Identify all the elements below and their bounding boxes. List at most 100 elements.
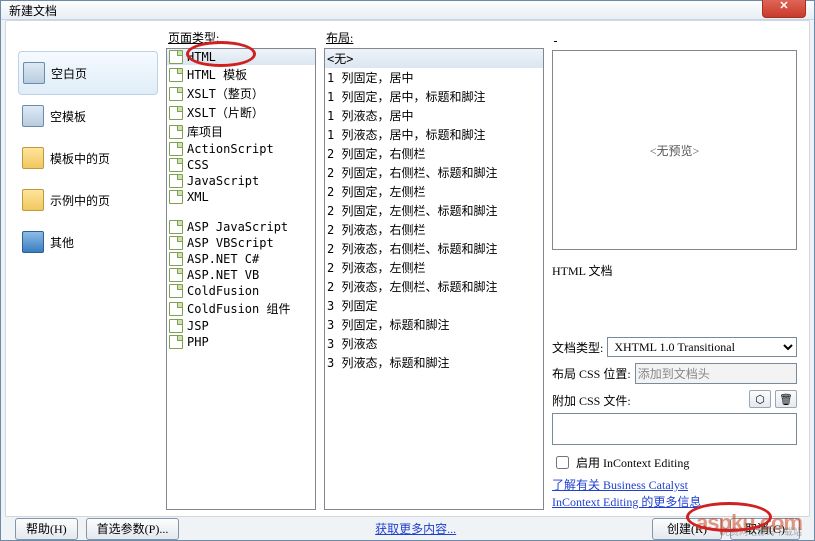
layout-item-label: <无> <box>327 50 353 67</box>
layout-item-label: 1 列固定，居中 <box>327 69 413 86</box>
layout-item-label: 2 列固定，左侧栏 <box>327 183 425 200</box>
page-type-item[interactable]: CSS <box>167 157 315 173</box>
page-type-item[interactable]: XML <box>167 189 315 205</box>
layout-item[interactable]: 2 列固定，左侧栏 <box>325 182 543 201</box>
page-type-item-label: CSS <box>187 158 209 172</box>
page-type-item[interactable]: XSLT（片断） <box>167 103 315 122</box>
page-type-item[interactable]: JSP <box>167 318 315 334</box>
sidebar-item-template-page[interactable]: 模板中的页 <box>18 137 158 179</box>
layout-item-label: 3 列液态 <box>327 335 377 352</box>
file-icon <box>169 158 183 172</box>
layout-item-label: 1 列液态，居中 <box>327 107 413 124</box>
page-type-item[interactable]: ColdFusion 组件 <box>167 299 315 318</box>
layout-list[interactable]: <无> 1 列固定，居中1 列固定，居中，标题和脚注1 列液态，居中 1 列液态，居… <box>324 48 544 510</box>
close-button[interactable]: ✕ <box>762 0 806 18</box>
preferences-button[interactable]: 首选参数(P)... <box>86 518 180 540</box>
layout-item[interactable]: 1 列液态，居中，标题和脚注 <box>325 125 543 144</box>
layout-item[interactable]: 2 列固定，右侧栏 <box>325 144 543 163</box>
layout-item[interactable]: 3 列固定 <box>325 296 543 315</box>
css-position-row: 布局 CSS 位置: 添加到文档头 <box>552 363 797 384</box>
layout-header: 布局: <box>324 27 544 48</box>
file-icon <box>169 87 183 101</box>
sidebar-item-blank-template[interactable]: 空模板 <box>18 95 158 137</box>
attached-css-list[interactable] <box>552 413 797 445</box>
sidebar-item-label: 空模板 <box>50 108 86 125</box>
layout-item-label: 3 列液态，标题和脚注 <box>327 354 449 371</box>
file-icon <box>169 174 183 188</box>
sidebar-item-label: 模板中的页 <box>50 150 110 167</box>
doctype-select[interactable]: XHTML 1.0 Transitional <box>607 337 797 357</box>
page-type-item[interactable]: ASP VBScript <box>167 235 315 251</box>
layout-item[interactable]: 3 列液态 <box>325 334 543 353</box>
layout-item-label: 3 列固定，标题和脚注 <box>327 316 449 333</box>
page-type-item-label: HTML 模板 <box>187 66 247 83</box>
page-type-list[interactable]: HTMLHTML 模板 XSLT（整页）XSLT（片断）库项目ActionScri… <box>166 48 316 510</box>
page-type-item[interactable]: JavaScript <box>167 173 315 189</box>
file-icon <box>169 125 183 139</box>
sidebar-item-label: 其他 <box>50 234 74 251</box>
layout-item[interactable]: 1 列液态，居中 <box>325 106 543 125</box>
layout-item-label: 2 列液态，左侧栏 <box>327 259 425 276</box>
page-type-item[interactable]: HTML 模板 <box>167 65 315 84</box>
cancel-button[interactable]: 取消(C) <box>730 518 800 540</box>
page-type-item-label: XML <box>187 190 209 204</box>
window-title: 新建文档 <box>9 2 57 19</box>
template-folder-icon <box>22 147 44 169</box>
create-button[interactable]: 创建(R) <box>652 518 722 540</box>
enable-incontext-checkbox[interactable] <box>556 456 569 469</box>
page-type-item-label: PHP <box>187 335 209 349</box>
sidebar-item-sample-page[interactable]: 示例中的页 <box>18 179 158 221</box>
get-more-content-link[interactable]: 获取更多内容... <box>375 522 456 536</box>
help-button[interactable]: 帮助(H) <box>15 518 78 540</box>
layout-item-label: 1 列液态，居中，标题和脚注 <box>327 126 485 143</box>
layout-item[interactable]: 2 列液态，左侧栏、标题和脚注 <box>325 277 543 296</box>
layout-item[interactable]: 2 列液态，左侧栏 <box>325 258 543 277</box>
page-type-item[interactable]: 库项目 <box>167 122 315 141</box>
layout-item[interactable]: 2 列固定，右侧栏、标题和脚注 <box>325 163 543 182</box>
link-css-button[interactable]: ⬡ <box>749 390 771 408</box>
layout-item[interactable]: 1 列固定，居中 <box>325 68 543 87</box>
layout-item[interactable]: <无> <box>325 49 543 68</box>
category-sidebar: 空白页 空模板 模板中的页 示例中的页 其他 <box>18 27 158 510</box>
file-icon <box>169 236 183 250</box>
page-type-item-label: JavaScript <box>187 174 259 188</box>
layout-item[interactable]: 3 列液态，标题和脚注 <box>325 353 543 372</box>
layout-item-label: 2 列液态，右侧栏 <box>327 221 425 238</box>
page-type-item[interactable]: HTML <box>167 49 315 65</box>
page-type-item[interactable]: ASP.NET VB <box>167 267 315 283</box>
dialog-footer: 帮助(H) 首选参数(P)... 获取更多内容... 创建(R) 取消(C) <box>1 517 814 540</box>
page-type-item[interactable]: XSLT（整页） <box>167 84 315 103</box>
page-type-item-label: XSLT（整页） <box>187 85 264 102</box>
file-icon <box>169 252 183 266</box>
layout-column: 布局: <无> 1 列固定，居中1 列固定，居中，标题和脚注1 列液态，居中 1 列… <box>324 27 544 510</box>
remove-css-button[interactable]: 🗑 <box>775 390 797 408</box>
page-type-item-label: ASP.NET VB <box>187 268 259 282</box>
page-type-item[interactable]: ActionScript <box>167 141 315 157</box>
other-icon <box>22 231 44 253</box>
sidebar-item-label: 空白页 <box>51 65 87 82</box>
page-type-item[interactable]: ColdFusion <box>167 283 315 299</box>
page-type-item[interactable]: ASP JavaScript <box>167 219 315 235</box>
file-icon <box>169 50 183 64</box>
page-type-item-label: ColdFusion 组件 <box>187 300 290 317</box>
layout-item[interactable]: 1 列固定，居中，标题和脚注 <box>325 87 543 106</box>
file-icon <box>169 284 183 298</box>
file-icon <box>169 268 183 282</box>
attach-css-label: 附加 CSS 文件: <box>552 390 631 409</box>
css-position-label: 布局 CSS 位置: <box>552 365 631 382</box>
layout-item[interactable]: 3 列固定，标题和脚注 <box>325 315 543 334</box>
layout-item[interactable]: 2 列液态，右侧栏、标题和脚注 <box>325 239 543 258</box>
layout-item-label: 2 列固定，右侧栏 <box>327 145 425 162</box>
file-icon <box>169 335 183 349</box>
page-type-item-label: 库项目 <box>187 123 223 140</box>
page-type-item-label: JSP <box>187 319 209 333</box>
dialog-body: 空白页 空模板 模板中的页 示例中的页 其他 页面类型: HTMLHTML 模板… <box>5 20 810 517</box>
layout-item[interactable]: 2 列液态，右侧栏 <box>325 220 543 239</box>
sidebar-item-blank-page[interactable]: 空白页 <box>18 51 158 95</box>
page-type-item[interactable]: PHP <box>167 334 315 350</box>
page-type-item-label: ASP VBScript <box>187 236 274 250</box>
page-type-item[interactable]: ASP.NET C# <box>167 251 315 267</box>
sidebar-item-other[interactable]: 其他 <box>18 221 158 263</box>
learn-more-link[interactable]: 了解有关 Business Catalyst InContext Editing… <box>552 476 732 510</box>
layout-item[interactable]: 2 列固定，左侧栏、标题和脚注 <box>325 201 543 220</box>
